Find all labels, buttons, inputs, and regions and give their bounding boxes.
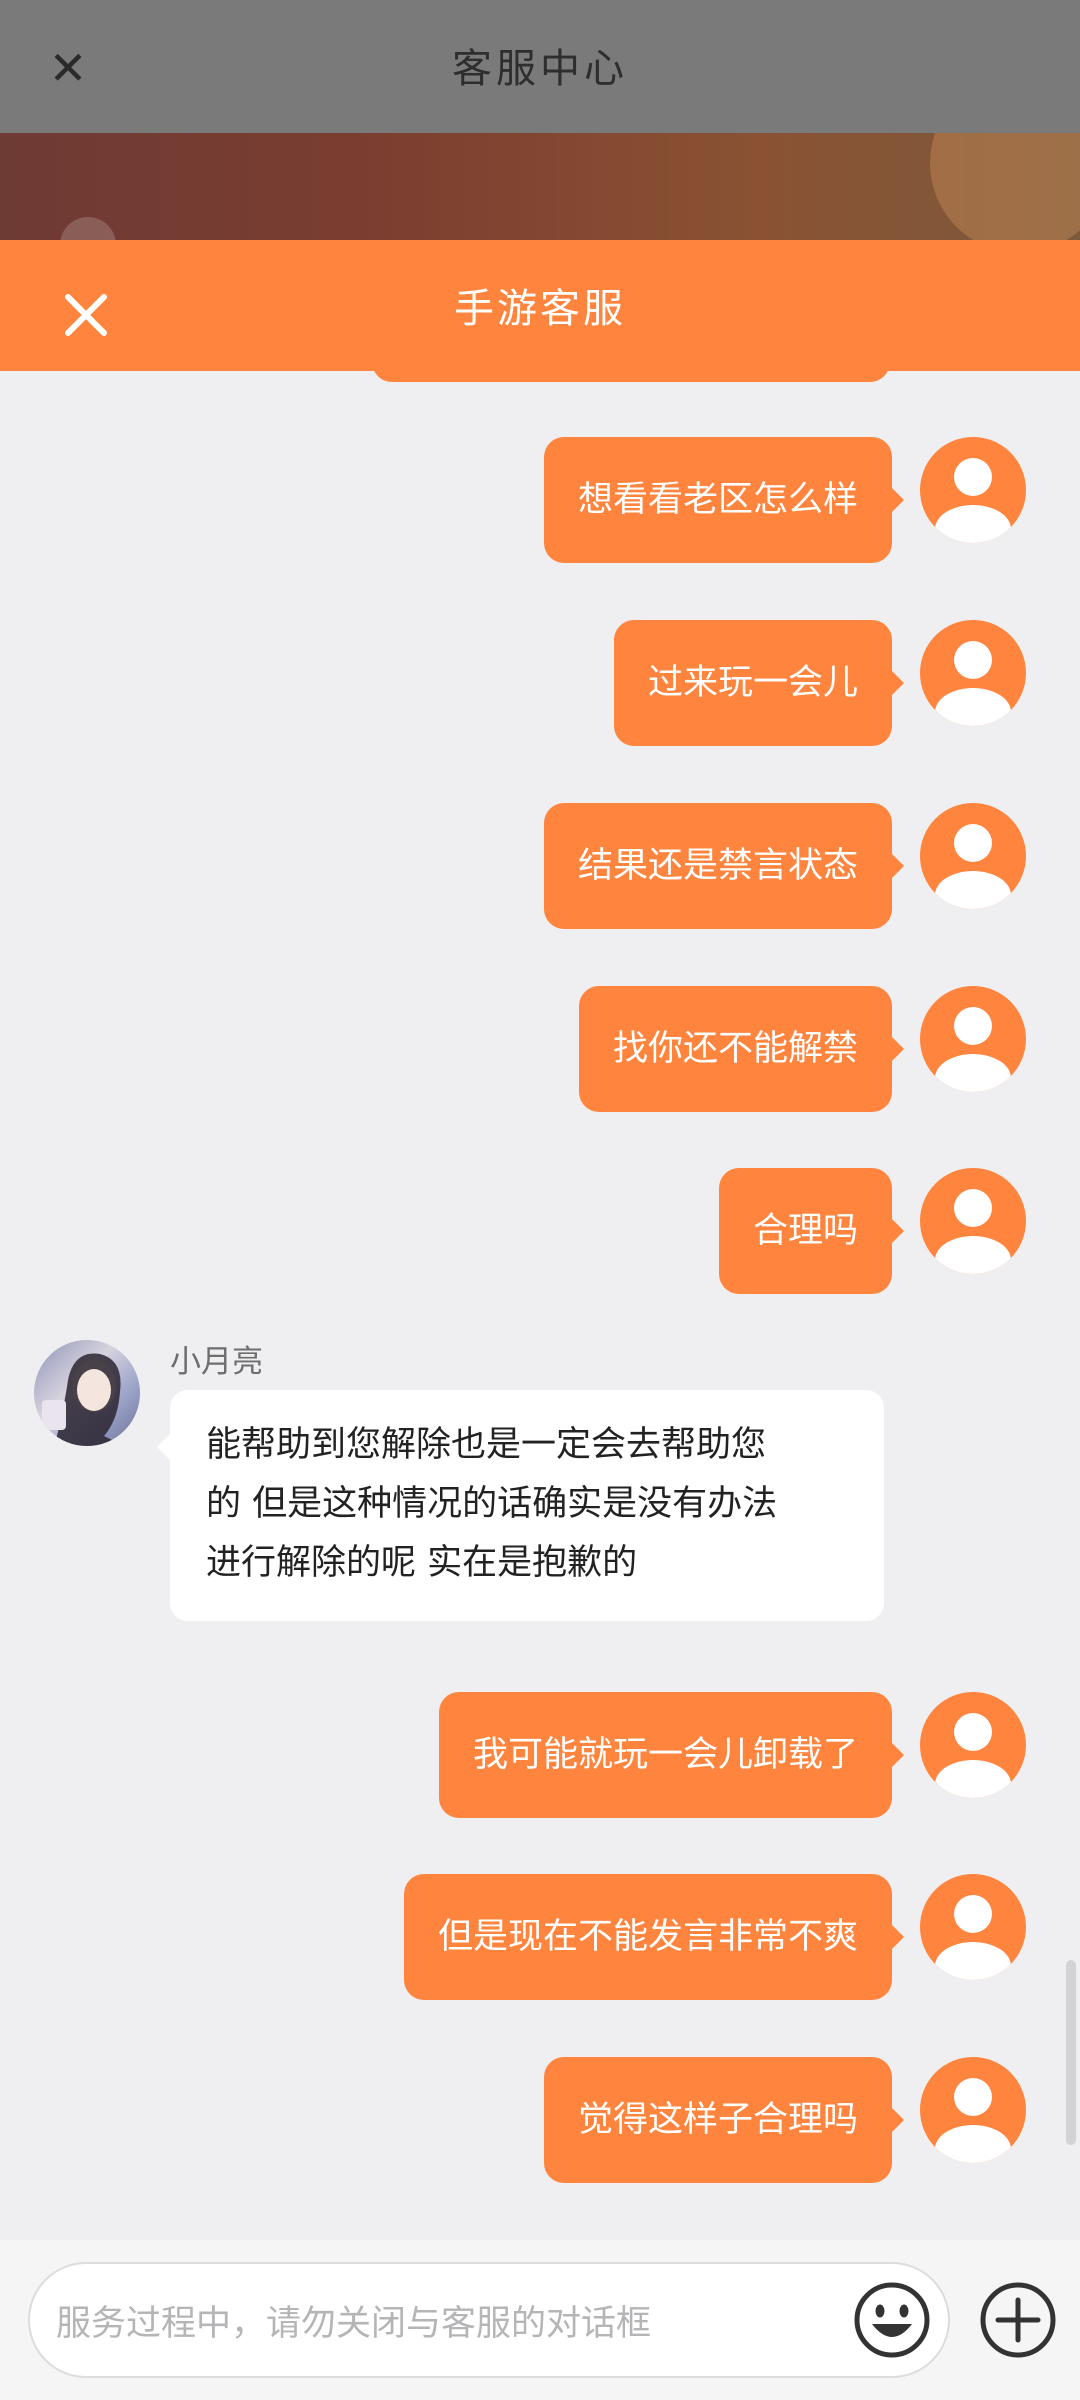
background-banner bbox=[0, 133, 1080, 241]
user-avatar[interactable] bbox=[920, 437, 1026, 543]
user-message: 合理吗 bbox=[0, 1168, 1080, 1294]
background-header: ✕ 客服中心 bbox=[0, 0, 1080, 133]
user-message: 结果还是禁言状态 bbox=[0, 803, 1080, 929]
user-avatar[interactable] bbox=[920, 620, 1026, 726]
message-bubble: 我可能就玩一会儿卸载了 bbox=[438, 1692, 905, 1818]
message-bubble: 过来玩一会儿 bbox=[613, 620, 905, 746]
message-bubble: 结果还是禁言状态 bbox=[543, 803, 905, 929]
message-bubble: 找你还不能解禁 bbox=[578, 986, 905, 1112]
background-page-title: 客服中心 bbox=[452, 46, 628, 92]
message-line: 的 但是这种情况的话确实是没有办法 bbox=[206, 1484, 778, 1524]
agent-avatar[interactable] bbox=[34, 1340, 140, 1446]
message-line: 能帮助到您解除也是一定会去帮助您 bbox=[206, 1425, 767, 1465]
plus-icon[interactable] bbox=[978, 2280, 1058, 2360]
scrollbar[interactable] bbox=[1066, 1960, 1076, 2145]
user-avatar[interactable] bbox=[920, 1168, 1026, 1274]
user-avatar[interactable] bbox=[920, 986, 1026, 1092]
user-avatar[interactable] bbox=[920, 803, 1026, 909]
message-bubble: 想看看老区怎么样 bbox=[543, 437, 905, 563]
user-message: 但是现在不能发言非常不爽 bbox=[0, 1874, 1080, 2000]
chat-title: 手游客服 bbox=[454, 286, 626, 332]
banner-decoration bbox=[60, 217, 116, 241]
agent-name: 小月亮 bbox=[170, 1344, 263, 1380]
input-placeholder: 服务过程中，请勿关闭与客服的对话框 bbox=[56, 2304, 652, 2344]
message-bubble: 觉得这样子合理吗 bbox=[543, 2057, 905, 2183]
user-message: 过来玩一会儿 bbox=[0, 620, 1080, 746]
user-message: 觉得这样子合理吗 bbox=[0, 2057, 1080, 2183]
user-message: 找你还不能解禁 bbox=[0, 986, 1080, 1112]
user-message: 想看看老区怎么样 bbox=[0, 437, 1080, 563]
user-avatar[interactable] bbox=[920, 1874, 1026, 1980]
message-bubble-clipped bbox=[372, 330, 890, 382]
banner-decoration bbox=[930, 133, 1080, 241]
message-line: 进行解除的呢 实在是抱歉的 bbox=[206, 1543, 638, 1583]
user-avatar[interactable] bbox=[920, 1692, 1026, 1798]
user-message: 我可能就玩一会儿卸载了 bbox=[0, 1692, 1080, 1818]
user-avatar[interactable] bbox=[920, 2057, 1026, 2163]
emoji-icon[interactable] bbox=[852, 2280, 932, 2360]
message-bubble: 但是现在不能发言非常不爽 bbox=[403, 1874, 905, 2000]
agent-message-bubble: 能帮助到您解除也是一定会去帮助您 的 但是这种情况的话确实是没有办法 进行解除的… bbox=[157, 1390, 884, 1621]
message-bubble: 合理吗 bbox=[718, 1168, 905, 1294]
